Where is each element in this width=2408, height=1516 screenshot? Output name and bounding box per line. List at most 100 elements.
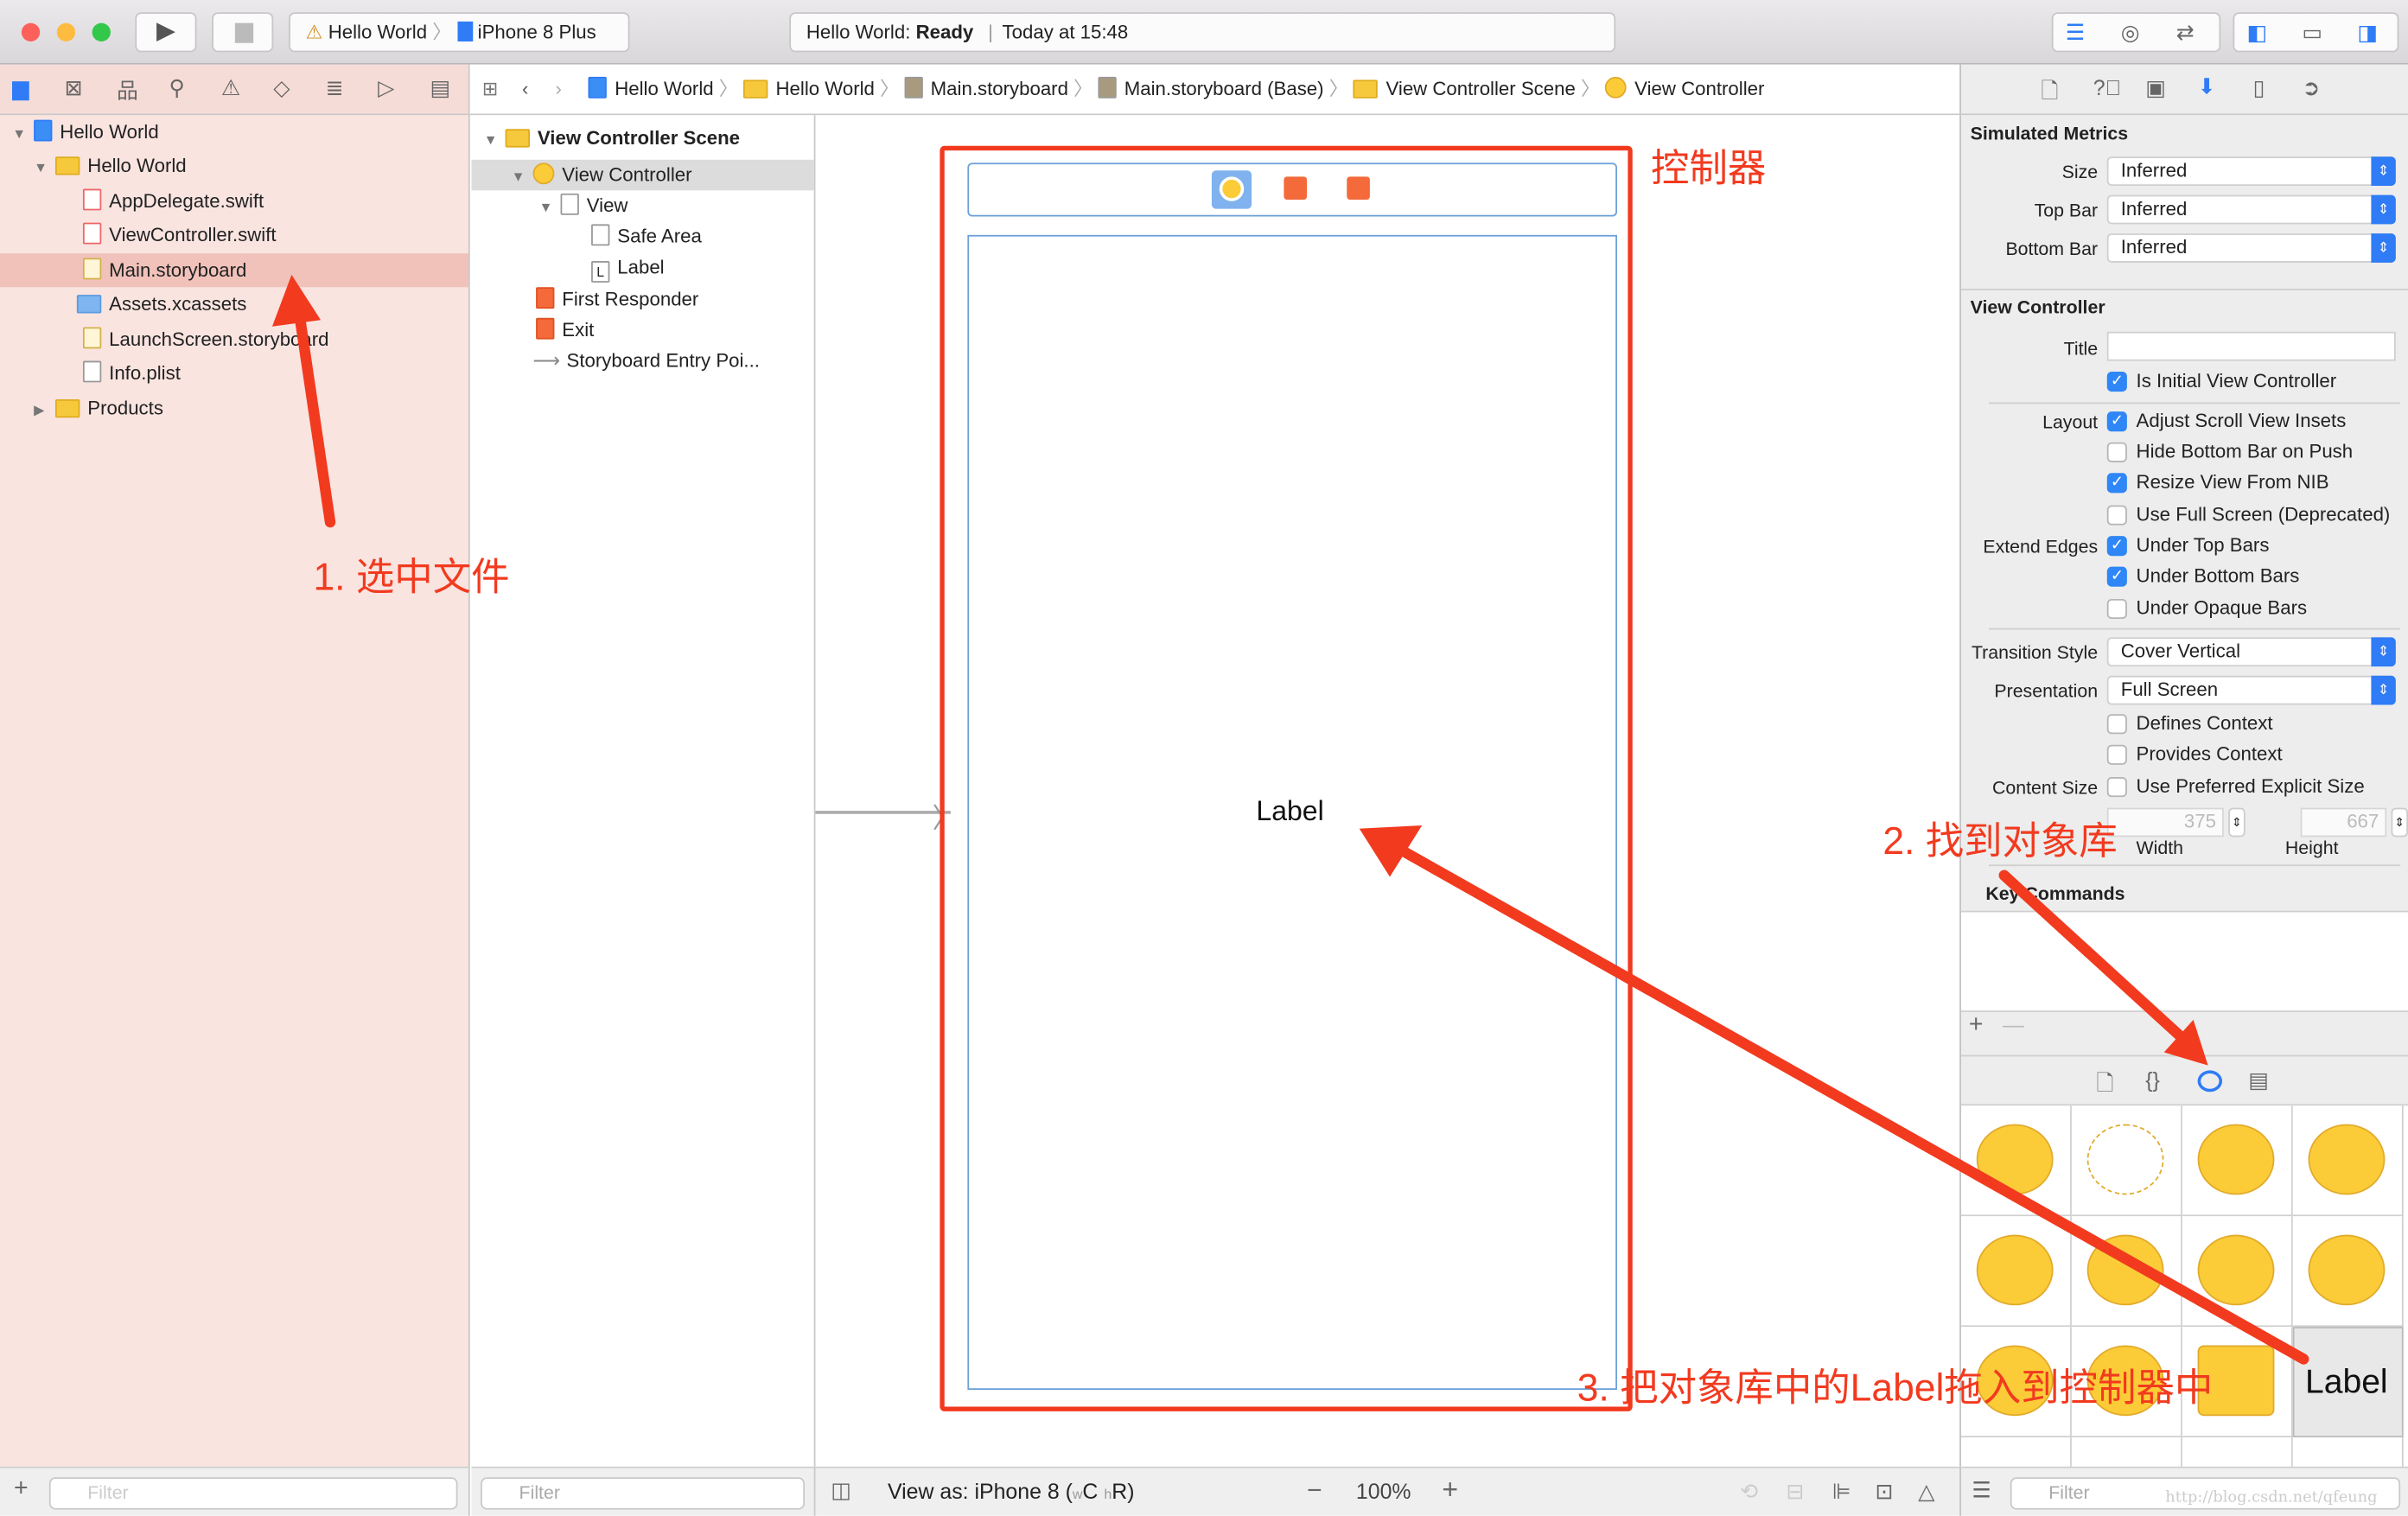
resize-view-checkbox[interactable]: ✓: [2106, 473, 2127, 494]
jump-localization[interactable]: Main.storyboard (Base): [1098, 76, 1324, 99]
disclosure-triangle-icon[interactable]: ▼: [512, 162, 533, 193]
connections-inspector-icon[interactable]: ➲: [2302, 75, 2320, 101]
outline-toggle-icon[interactable]: ◫: [831, 1477, 851, 1503]
transition-style-select[interactable]: Cover Vertical ⇕: [2106, 637, 2396, 667]
scheme-selector[interactable]: ⚠ Hello World 〉 iPhone 8 Plus: [289, 12, 630, 53]
view-as-button[interactable]: View as: iPhone 8 (wC hR): [888, 1479, 1135, 1503]
outline-filter-input[interactable]: Filter: [481, 1477, 806, 1510]
nav-item-selected[interactable]: Main.storyboard: [0, 253, 468, 288]
navigator-filter-input[interactable]: Filter: [48, 1477, 458, 1510]
full-screen-checkbox[interactable]: [2106, 505, 2127, 526]
presentation-select[interactable]: Full Screen ⇕: [2106, 675, 2396, 705]
width-stepper[interactable]: ⇕: [2228, 807, 2246, 838]
library-item[interactable]: [2182, 1437, 2293, 1467]
storyboard-canvas[interactable]: 〉 Label: [815, 115, 1960, 1467]
entry-point-arrow[interactable]: [815, 811, 951, 814]
add-icon[interactable]: +: [14, 1476, 29, 1504]
library-filter-input[interactable]: Filter http://blog.csdn.net/qfeung: [2010, 1477, 2401, 1510]
library-item-storyboard-reference[interactable]: [2071, 1105, 2182, 1217]
outline-safe-area[interactable]: Safe Area: [471, 221, 813, 252]
under-opaque-bars-checkbox[interactable]: [2106, 598, 2127, 620]
is-initial-checkbox[interactable]: ✓: [2106, 371, 2127, 392]
disclosure-triangle-icon[interactable]: ▶: [34, 393, 55, 427]
zoom-button[interactable]: [92, 22, 111, 41]
identity-inspector-icon[interactable]: ▣: [2145, 75, 2166, 101]
disclosure-triangle-icon[interactable]: ▼: [34, 150, 55, 184]
provides-context-checkbox[interactable]: [2106, 744, 2127, 765]
outline-label[interactable]: L Label: [471, 252, 813, 283]
nav-item[interactable]: AppDelegate.swift: [0, 184, 468, 218]
outline-first-responder[interactable]: First Responder: [471, 284, 813, 315]
search-icon[interactable]: ⚲: [169, 75, 184, 101]
project-navigator-icon[interactable]: ▆: [12, 75, 29, 101]
bottom-bar-select[interactable]: Inferred ⇕: [2106, 233, 2396, 263]
library-item-navigation-controller[interactable]: [2182, 1105, 2293, 1217]
outline-scene[interactable]: ▼ View Controller Scene: [471, 121, 813, 155]
close-button[interactable]: [21, 22, 41, 41]
width-input[interactable]: 375: [2106, 807, 2224, 838]
nav-item[interactable]: ▼ Hello World: [0, 115, 468, 149]
editor-mode-group[interactable]: ☰ ◎ ⇄: [2051, 12, 2221, 53]
stop-button[interactable]: [212, 12, 274, 53]
navigator-toggle-icon[interactable]: ◧: [2246, 20, 2267, 46]
disclosure-triangle-icon[interactable]: ▼: [484, 123, 506, 156]
defines-context-checkbox[interactable]: [2106, 714, 2127, 735]
library-item[interactable]: [2071, 1437, 2182, 1467]
debug-area-toggle-icon[interactable]: ▭: [2302, 20, 2322, 46]
debug-icon[interactable]: ≣: [326, 75, 344, 101]
outline-view[interactable]: ▼ View: [471, 190, 813, 221]
embed-in-stack-icon[interactable]: ⊟: [1786, 1479, 1804, 1505]
nav-item[interactable]: ▶ Products: [0, 392, 468, 425]
jump-file[interactable]: Main.storyboard: [904, 76, 1068, 99]
zoom-in-button[interactable]: +: [1442, 1475, 1458, 1506]
list-view-icon[interactable]: ☰: [1972, 1477, 1991, 1503]
library-item-tab-bar-controller[interactable]: [2071, 1216, 2182, 1328]
library-item-collection-view-controller[interactable]: [1960, 1216, 2072, 1328]
nav-item[interactable]: ▼ Hello World: [0, 149, 468, 182]
library-item-table-view-controller[interactable]: [2292, 1105, 2404, 1217]
related-items-icon[interactable]: ⊞: [482, 79, 499, 100]
assistant-editor-icon[interactable]: ◎: [2121, 20, 2140, 46]
library-item-page-view-controller[interactable]: [2292, 1216, 2404, 1328]
library-item[interactable]: [2292, 1437, 2404, 1467]
nav-item[interactable]: LaunchScreen.storyboard: [0, 322, 468, 356]
outline-view-controller[interactable]: ▼ View Controller: [471, 159, 814, 193]
top-bar-select[interactable]: Inferred ⇕: [2106, 194, 2396, 225]
size-inspector-icon[interactable]: ▯: [2253, 75, 2265, 101]
library-item-label[interactable]: Label: [2292, 1327, 2404, 1438]
nav-item[interactable]: Assets.xcassets: [0, 287, 468, 321]
forward-button[interactable]: ›: [556, 79, 562, 100]
version-editor-icon[interactable]: ⇄: [2176, 20, 2195, 46]
remove-key-command-button[interactable]: —: [2003, 1012, 2024, 1036]
back-button[interactable]: ‹: [522, 79, 528, 100]
nav-item[interactable]: ViewController.swift: [0, 218, 468, 252]
jump-scene[interactable]: View Controller Scene: [1354, 79, 1576, 99]
jump-controller[interactable]: View Controller: [1605, 76, 1764, 99]
adjust-scroll-checkbox[interactable]: ✓: [2106, 411, 2127, 432]
issue-icon[interactable]: ⚠: [221, 75, 240, 101]
disclosure-triangle-icon[interactable]: ▼: [12, 117, 34, 150]
file-template-library-icon[interactable]: 🗋: [2096, 1067, 2113, 1105]
under-top-bars-checkbox[interactable]: ✓: [2106, 536, 2127, 557]
symbol-navigator-icon[interactable]: 品: [117, 75, 138, 106]
minimize-button[interactable]: [56, 22, 76, 41]
title-input[interactable]: [2106, 331, 2396, 361]
under-bottom-bars-checkbox[interactable]: ✓: [2106, 566, 2127, 587]
align-icon[interactable]: ⊫: [1832, 1479, 1851, 1505]
attributes-inspector-icon[interactable]: ⬇: [2198, 73, 2216, 99]
jump-group[interactable]: Hello World: [743, 79, 875, 99]
source-control-icon[interactable]: ⊠: [65, 75, 83, 101]
file-inspector-icon[interactable]: 🗋: [2041, 75, 2058, 112]
zoom-out-button[interactable]: −: [1307, 1476, 1322, 1507]
library-item-split-view-controller[interactable]: [2182, 1216, 2293, 1328]
size-select[interactable]: Inferred ⇕: [2106, 156, 2396, 186]
code-snippet-library-icon[interactable]: {}: [2145, 1067, 2160, 1092]
utilities-toggle-icon[interactable]: ◨: [2357, 20, 2378, 46]
standard-editor-icon[interactable]: ☰: [2066, 20, 2085, 46]
preferred-size-checkbox[interactable]: [2106, 777, 2127, 798]
resolve-issues-icon[interactable]: △: [1918, 1479, 1934, 1505]
run-button[interactable]: ▶: [135, 12, 197, 53]
height-input[interactable]: 667: [2300, 807, 2387, 838]
hide-bottom-bar-checkbox[interactable]: [2106, 442, 2127, 462]
media-library-icon[interactable]: ▤: [2248, 1067, 2269, 1093]
